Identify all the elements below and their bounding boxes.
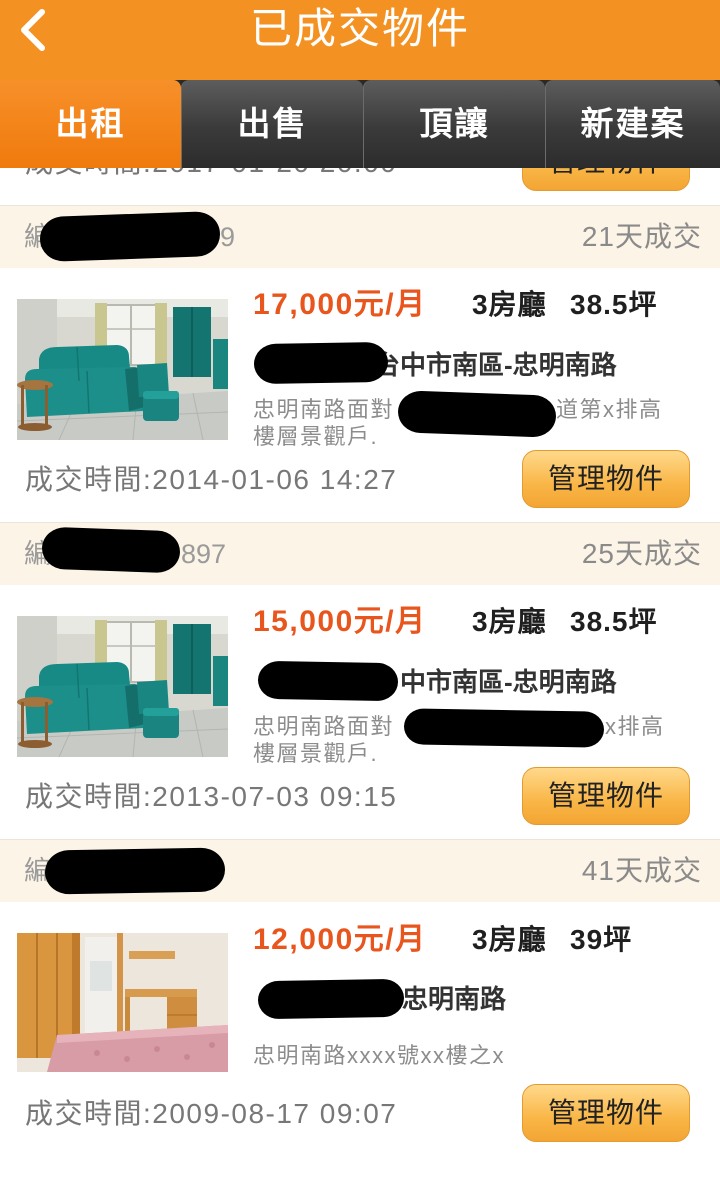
listing-body[interactable]: 12,000元/月 3房廳 39坪 忠明南路 忠明南路xxxx號xx樓之x 成交… [0,902,720,1156]
manage-listing-button[interactable]: 管理物件 [522,450,690,508]
redaction-mark [39,210,221,263]
redaction-mark [44,847,226,895]
description-line: 忠明南路面對 [253,397,395,422]
room-layout: 3房廳 [472,606,547,637]
rent-price: 12,000元/月 [253,923,427,956]
redaction-mark [257,978,405,1020]
tab-rent[interactable]: 出租 [0,80,181,168]
floor-area: 39坪 [570,924,633,955]
listing-body[interactable]: 15,000元/月 3房廳 38.5坪 中市南區-忠明南路 忠明南路面對 x排高… [0,585,720,839]
rent-price: 17,000元/月 [253,288,427,321]
description-line: x排高 [605,714,665,739]
floor-area: 38.5坪 [570,606,658,637]
tab-new-construction[interactable]: 新建案 [545,80,720,168]
room-layout: 3房廳 [472,924,547,955]
listing-body[interactable]: 17,000元/月 3房廳 38.5坪 台中市南區-忠明南路 忠明南路面對 道第… [0,268,720,522]
address: 台中市南區-忠明南路 [374,350,617,380]
listing-card: 編 897 25天成交 15,000元/月 3房廳 38.5坪 中市南區-忠明南… [0,522,720,839]
address: 中市南區-忠明南路 [400,667,617,697]
listing-id-digits: 9 [220,222,236,252]
listing-id-digits: 897 [181,539,227,569]
listing-card: 編 9 21天成交 17,000元/月 3房廳 38.5坪 台中市南區-忠明南路… [0,205,720,522]
redaction-mark [397,390,557,438]
redaction-mark [257,660,399,702]
listing-header: 編 897 25天成交 [0,522,720,585]
rent-price: 15,000元/月 [253,605,427,638]
tab-transfer[interactable]: 頂讓 [363,80,545,168]
address: 忠明南路 [402,984,507,1014]
back-button[interactable] [8,4,60,56]
redaction-mark [253,341,389,385]
app-screen: 已成交物件 出租 出售 頂讓 新建案 成交時間:2017-01-20 20:00… [0,0,720,1179]
listing-header: 編 9 21天成交 [0,205,720,268]
description-line: 忠明南路面對 [253,714,395,739]
description-line: 樓層景觀戶. [253,424,379,449]
days-to-close: 41天成交 [581,855,702,886]
deal-time: 成交時間:2014-01-06 14:27 [25,464,398,495]
manage-listing-button[interactable]: 管理物件 [522,767,690,825]
floor-area: 38.5坪 [570,289,658,320]
top-bar: 已成交物件 [0,0,720,80]
description-line: 忠明南路xxxx號xx樓之x [253,1043,506,1068]
tab-sale[interactable]: 出售 [181,80,363,168]
manage-listing-button[interactable]: 管理物件 [522,1084,690,1142]
days-to-close: 25天成交 [581,538,702,569]
property-photo[interactable] [17,616,228,757]
description-line: 道第x排高 [556,397,663,422]
description-line: 樓層景觀戶. [253,741,379,766]
listing-card: 編 41天成交 12,000元/月 3房廳 39坪 忠明南路 忠明南路xxxx號… [0,839,720,1156]
property-photo[interactable] [17,933,228,1072]
redaction-mark [403,708,605,748]
tab-bar: 出租 出售 頂讓 新建案 [0,80,720,168]
property-photo[interactable] [17,299,228,440]
chevron-left-icon [21,9,45,51]
deal-time: 成交時間:2009-08-17 09:07 [25,1098,398,1129]
room-layout: 3房廳 [472,289,547,320]
deal-time: 成交時間:2013-07-03 09:15 [25,781,398,812]
redaction-mark [41,526,181,574]
listing-header: 編 41天成交 [0,839,720,902]
page-title: 已成交物件 [249,5,470,52]
days-to-close: 21天成交 [581,221,702,252]
